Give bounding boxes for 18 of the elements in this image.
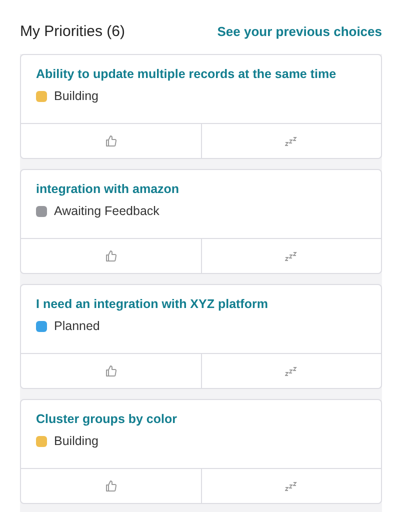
idea-title-link[interactable]: Cluster groups by color [36,412,366,426]
snooze-icon [285,482,298,490]
status-label: Building [54,89,98,103]
thumbs-up-icon [104,135,117,147]
section-title: My Priorities (6) [20,22,126,40]
status-label: Planned [54,319,100,333]
snooze-icon [285,136,298,146]
thumbs-up-icon [104,365,117,377]
snooze-icon [285,252,298,260]
status-label: Awaiting Feedback [54,204,160,218]
thumbs-up-icon [104,250,117,262]
snooze-icon [285,366,298,376]
previous-choices-link[interactable]: See your previous choices [217,24,382,38]
status-label: Building [54,434,98,448]
idea-title-link[interactable]: integration with amazon [36,182,366,196]
idea-title-link[interactable]: I need an integration with XYZ platform [36,297,366,311]
thumbs-up-icon [104,480,117,492]
idea-title-link[interactable]: Ability to update multiple records at the same time [36,67,366,81]
